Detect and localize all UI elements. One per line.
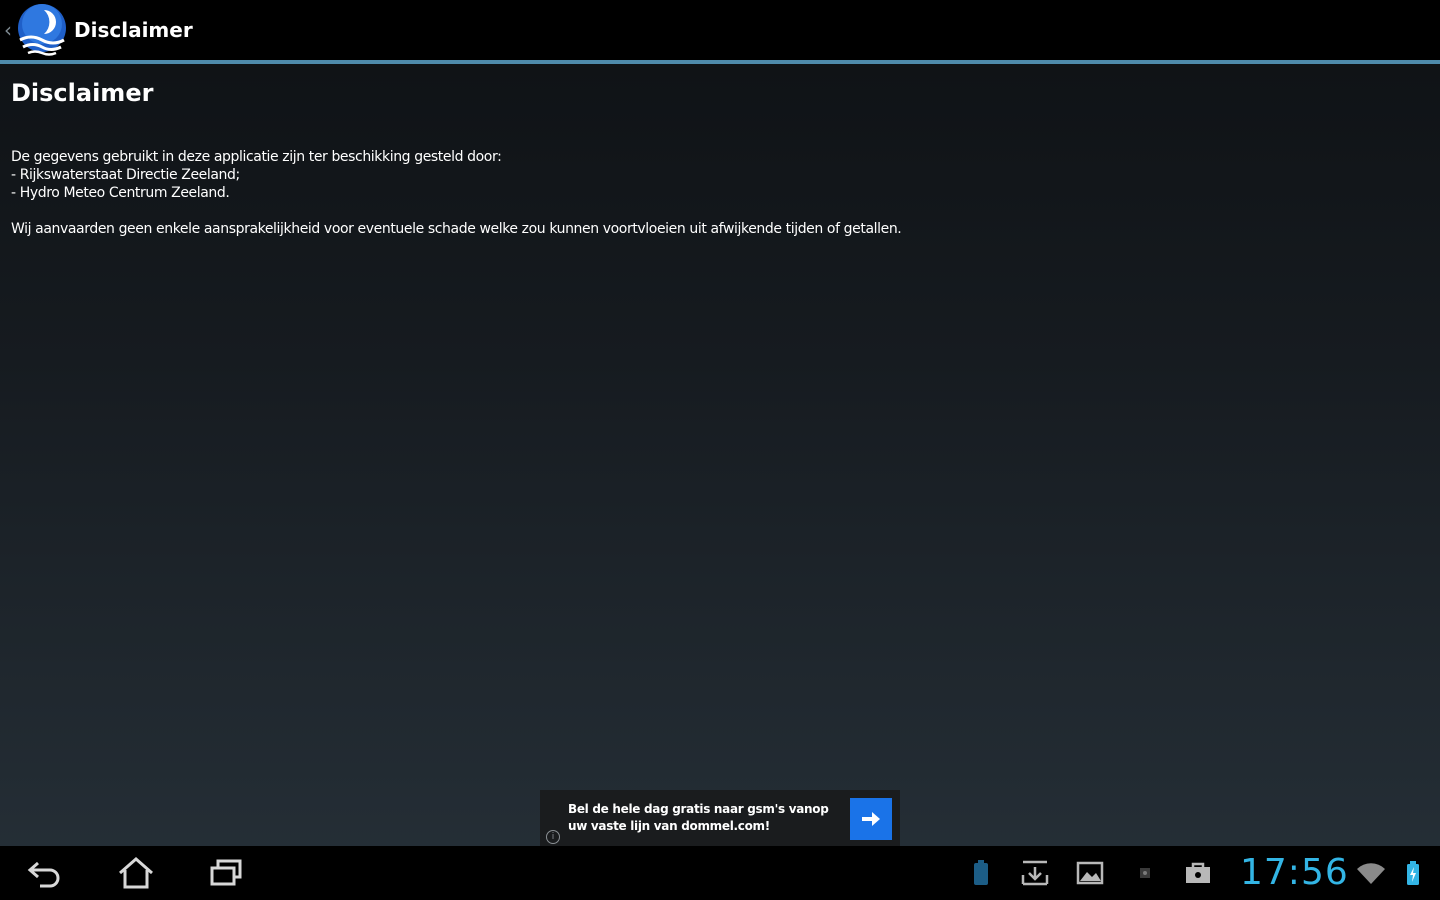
store-icon[interactable] [1183, 858, 1213, 888]
data-sources-paragraph: De gegevens gebruikt in deze applicatie … [11, 149, 502, 201]
small-notification-icon[interactable] [1130, 858, 1160, 888]
action-bar-title: Disclaimer [74, 18, 193, 42]
up-caret-icon: ‹ [4, 18, 12, 42]
arrow-right-icon [862, 812, 880, 826]
battery-notification-icon[interactable] [966, 858, 996, 888]
ad-info-icon[interactable]: i [546, 830, 560, 844]
recent-apps-icon [210, 859, 242, 886]
battery-icon [1398, 858, 1428, 888]
home-button[interactable] [106, 852, 166, 894]
page-title: Disclaimer [11, 79, 154, 107]
liability-paragraph: Wij aanvaarden geen enkele aansprakelijk… [11, 221, 902, 237]
download-icon[interactable] [1020, 858, 1050, 888]
home-icon [119, 857, 153, 889]
home-up-button[interactable]: ‹ [0, 0, 70, 60]
system-bar: 17:56 [0, 846, 1440, 900]
wifi-icon [1356, 858, 1386, 888]
action-bar: ‹ Disclaimer [0, 0, 1440, 60]
clock[interactable]: 17:56 [1240, 850, 1349, 896]
action-bar-divider [0, 60, 1440, 64]
gallery-icon[interactable] [1075, 858, 1105, 888]
ad-banner[interactable]: i Bel de hele dag gratis naar gsm's vano… [540, 790, 900, 846]
moon-wave-logo-icon [18, 4, 66, 56]
recent-apps-button[interactable] [196, 852, 256, 894]
ad-text: Bel de hele dag gratis naar gsm's vanop … [568, 802, 829, 833]
ad-arrow-button[interactable] [850, 798, 892, 840]
disclaimer-content: Disclaimer De gegevens gebruikt in deze … [11, 78, 1411, 256]
back-icon [27, 861, 60, 888]
back-button[interactable] [16, 852, 76, 894]
